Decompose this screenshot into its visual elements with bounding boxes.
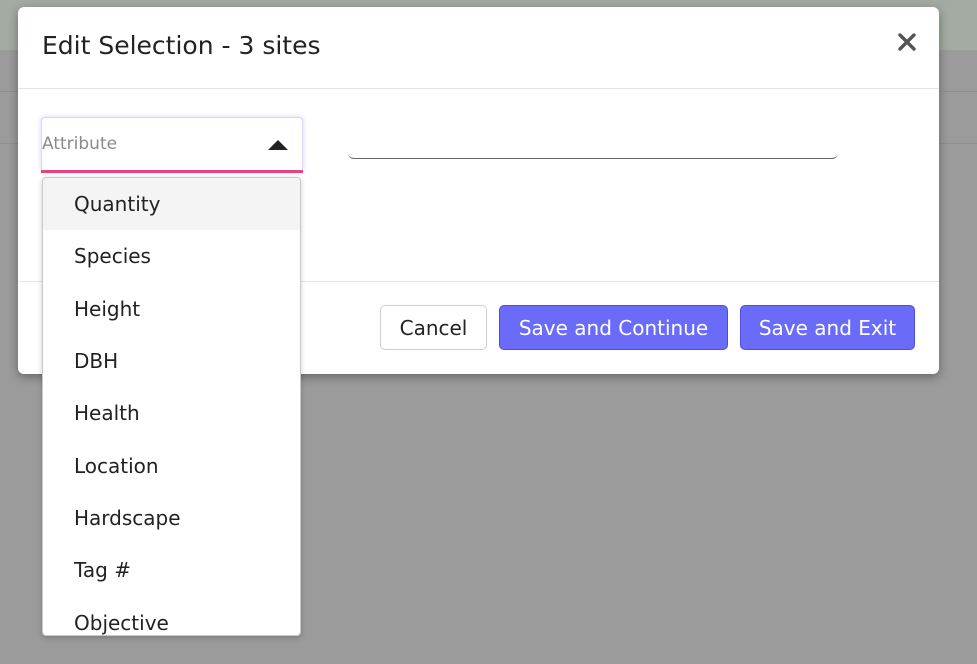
- dropdown-option-dbh[interactable]: DBH: [43, 335, 300, 387]
- attribute-select[interactable]: Attribute: [41, 117, 303, 173]
- focus-underline: [41, 170, 303, 173]
- modal-title: Edit Selection - 3 sites: [42, 31, 321, 60]
- value-input[interactable]: [348, 117, 838, 159]
- attribute-dropdown-menu: Quantity Species Height DBH Health Locat…: [42, 177, 301, 636]
- dropdown-option-tag[interactable]: Tag #: [43, 544, 300, 596]
- dropdown-option-health[interactable]: Health: [43, 387, 300, 439]
- close-button[interactable]: [895, 29, 919, 55]
- attribute-placeholder: Attribute: [42, 134, 118, 154]
- save-and-exit-button[interactable]: Save and Exit: [740, 305, 915, 350]
- dropdown-option-location[interactable]: Location: [43, 439, 300, 491]
- caret-up-icon: [268, 140, 288, 150]
- dropdown-option-height[interactable]: Height: [43, 283, 300, 335]
- dropdown-option-species[interactable]: Species: [43, 230, 300, 282]
- close-icon: [898, 33, 916, 51]
- modal-header: Edit Selection - 3 sites: [18, 7, 939, 89]
- save-and-continue-button[interactable]: Save and Continue: [499, 305, 728, 350]
- dropdown-option-objective[interactable]: Objective: [43, 596, 300, 635]
- dropdown-option-quantity[interactable]: Quantity: [43, 178, 300, 231]
- cancel-button[interactable]: Cancel: [380, 305, 487, 350]
- dropdown-option-hardscape[interactable]: Hardscape: [43, 492, 300, 544]
